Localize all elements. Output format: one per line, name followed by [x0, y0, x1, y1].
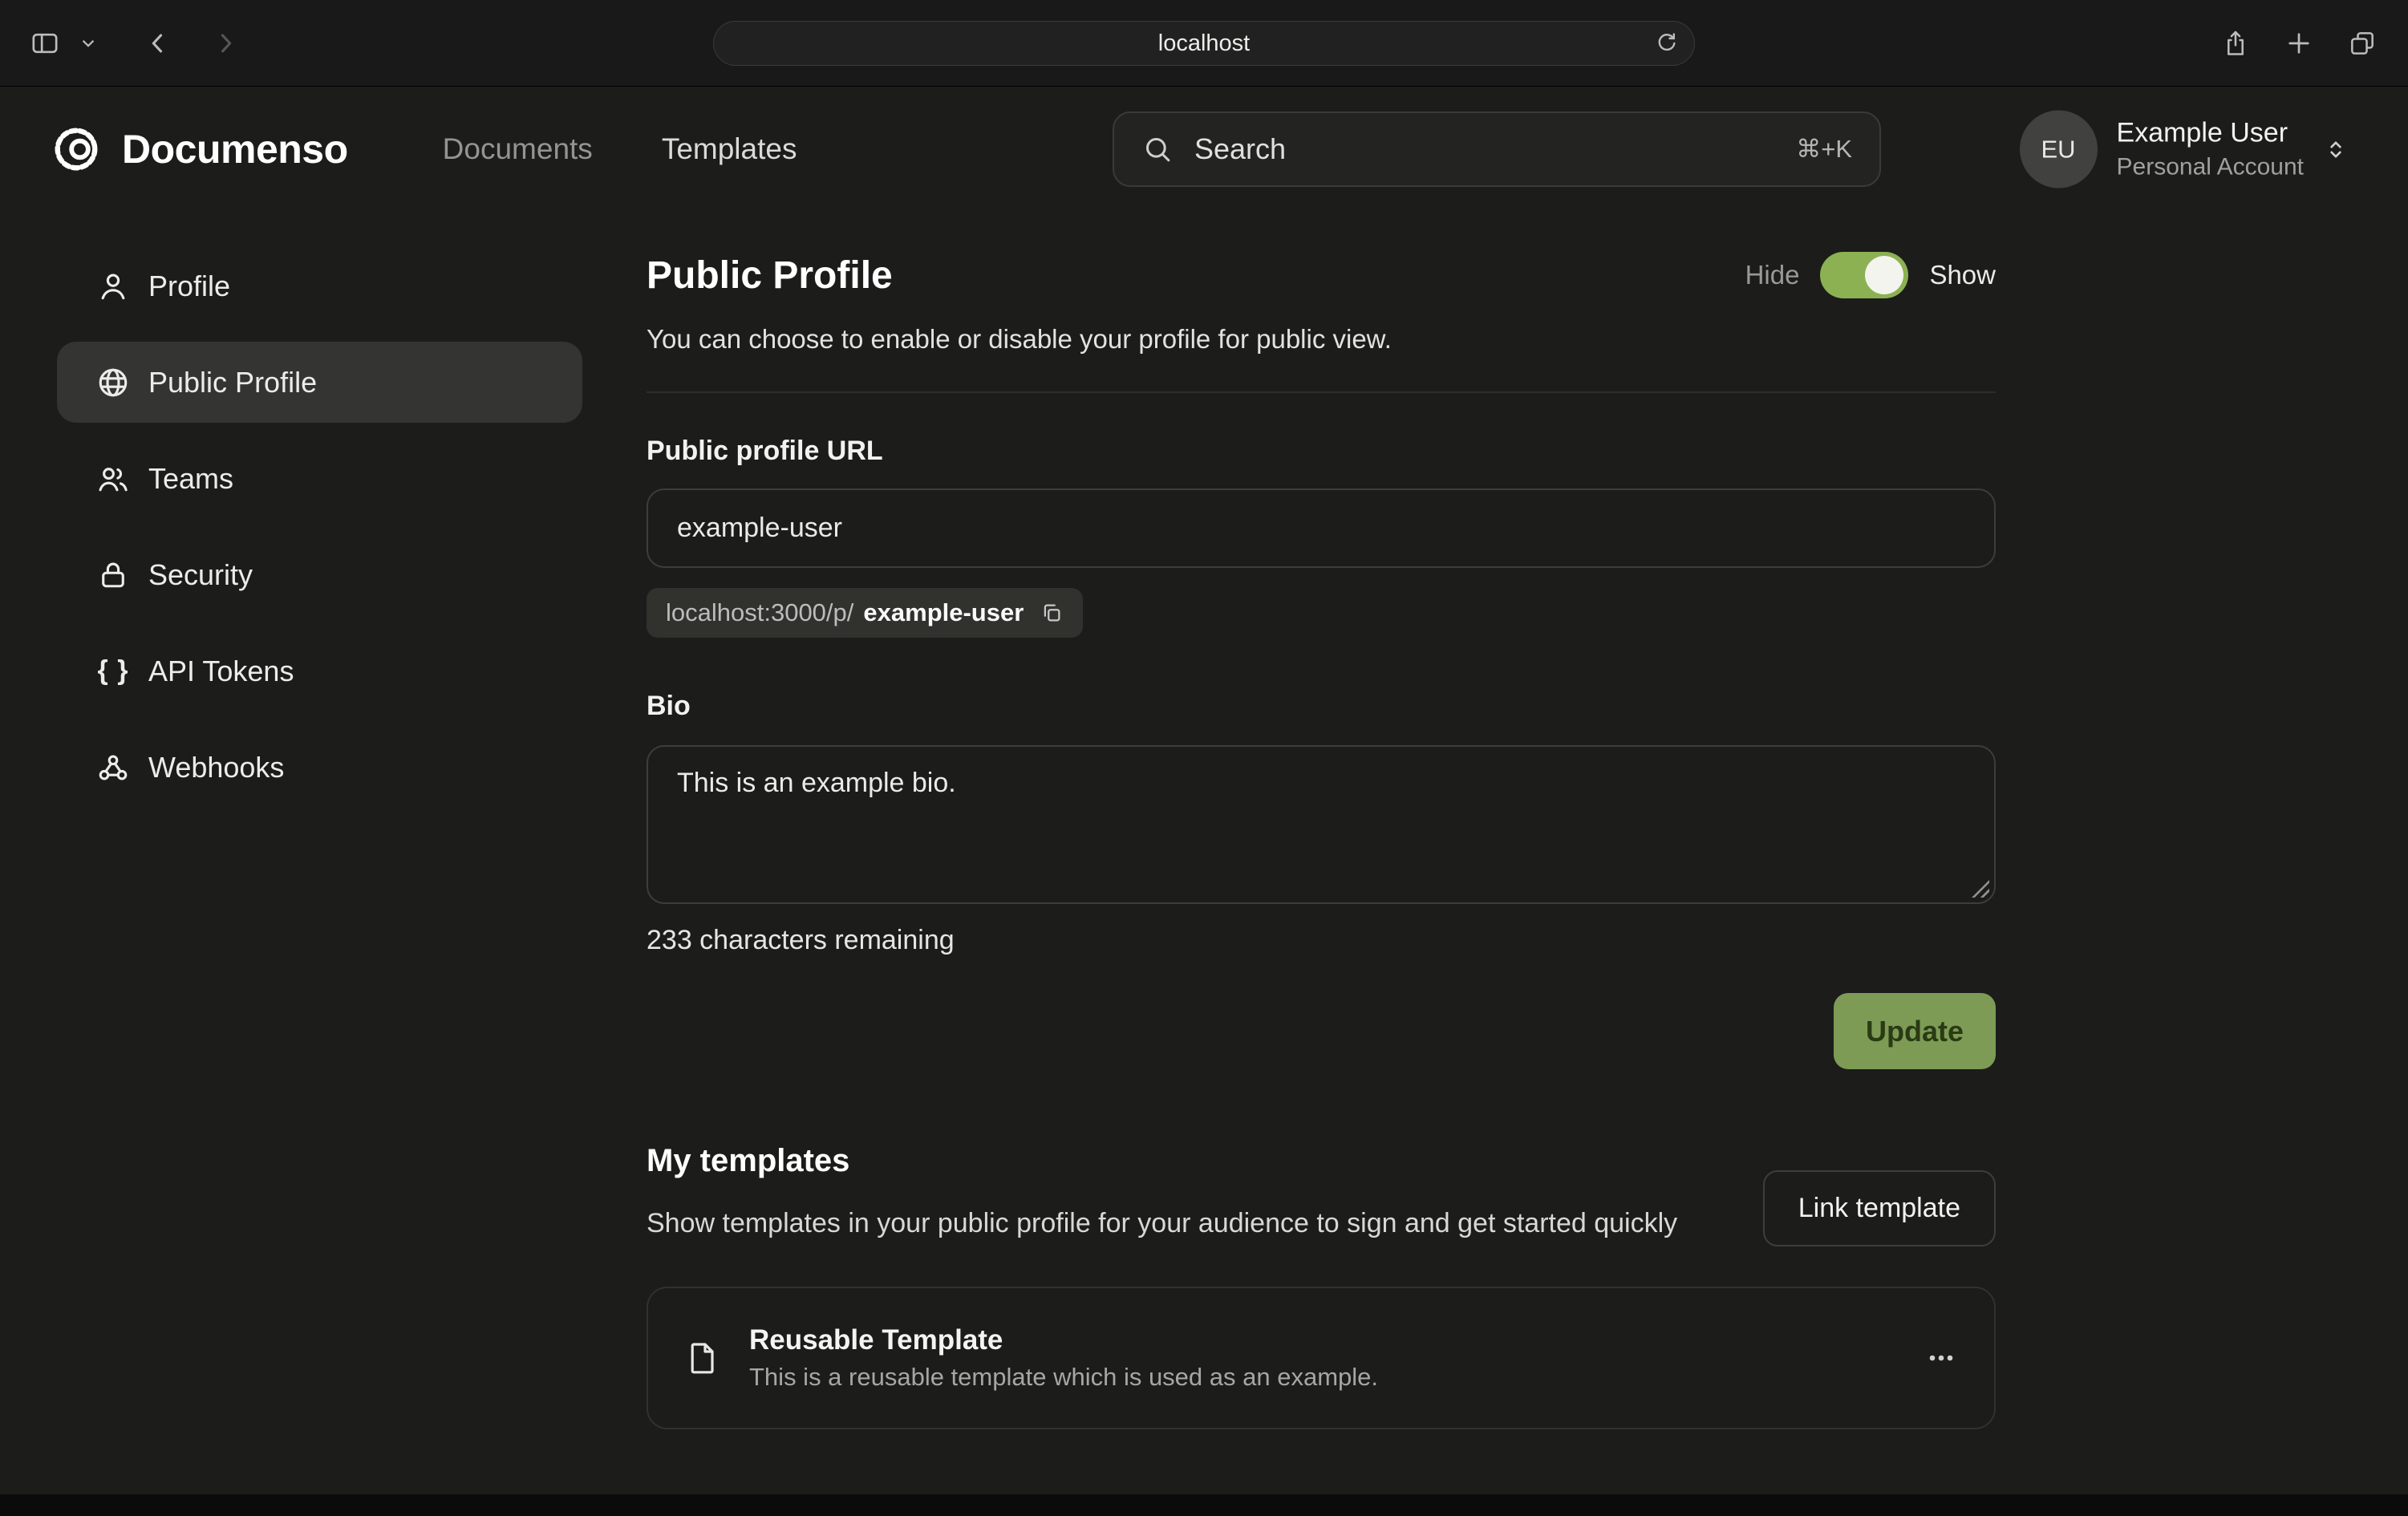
sidebar-toggle-icon[interactable]	[29, 27, 61, 59]
template-card: Reusable Template This is a reusable tem…	[647, 1287, 1996, 1429]
tab-overview-icon[interactable]	[2347, 28, 2378, 59]
globe-icon	[95, 365, 131, 400]
search-placeholder: Search	[1194, 132, 1775, 166]
chevron-down-icon[interactable]	[82, 39, 95, 48]
hide-label: Hide	[1745, 260, 1800, 290]
search-icon	[1141, 133, 1174, 165]
address-bar-url: localhost	[1158, 30, 1250, 57]
nav-templates[interactable]: Templates	[662, 132, 797, 166]
new-tab-icon[interactable]	[2284, 29, 2313, 58]
ellipsis-icon	[1924, 1340, 1959, 1376]
divider	[647, 391, 1996, 393]
sidebar-item-label: Public Profile	[148, 366, 317, 399]
my-templates-description: Show templates in your public profile fo…	[647, 1203, 1737, 1244]
settings-sidebar: Profile Public Profile Teams Security { …	[57, 245, 582, 808]
lock-icon	[95, 557, 131, 593]
template-actions-button[interactable]	[1924, 1340, 1959, 1376]
sidebar-item-label: Profile	[148, 270, 230, 303]
sidebar-item-profile[interactable]: Profile	[57, 245, 582, 326]
toggle-knob	[1865, 256, 1903, 294]
visibility-toggle[interactable]	[1820, 252, 1908, 298]
page-title: Public Profile	[647, 253, 893, 298]
user-account-type: Personal Account	[2117, 154, 2304, 181]
url-field-label: Public profile URL	[647, 436, 1996, 467]
share-icon[interactable]	[2220, 26, 2251, 60]
copy-icon	[1040, 601, 1064, 625]
nav-documents[interactable]: Documents	[443, 132, 593, 166]
file-icon	[683, 1339, 722, 1377]
profile-url-prefix: localhost:3000/p/	[666, 598, 853, 627]
window-bottom-edge	[0, 1494, 2408, 1516]
sidebar-item-security[interactable]: Security	[57, 534, 582, 615]
template-description: This is a reusable template which is use…	[749, 1363, 1896, 1392]
back-button[interactable]	[144, 27, 172, 59]
forward-button[interactable]	[212, 27, 239, 59]
sidebar-item-label: Webhooks	[148, 751, 284, 784]
avatar: EU	[2020, 111, 2098, 188]
profile-url-slug: example-user	[863, 598, 1024, 627]
documenso-logo-icon	[51, 124, 101, 174]
users-icon	[95, 461, 131, 497]
profile-url-copy-badge[interactable]: localhost:3000/p/example-user	[647, 588, 1083, 638]
browser-chrome: localhost	[0, 0, 2408, 87]
chevrons-up-down-icon	[2323, 133, 2349, 165]
top-nav: Documents Templates	[443, 132, 797, 166]
sidebar-item-public-profile[interactable]: Public Profile	[57, 342, 582, 423]
sidebar-item-label: Teams	[148, 462, 233, 496]
sidebar-item-teams[interactable]: Teams	[57, 438, 582, 519]
link-template-button[interactable]: Link template	[1763, 1170, 1996, 1246]
public-profile-url-input[interactable]	[647, 488, 1996, 568]
user-name: Example User	[2117, 118, 2304, 149]
show-label: Show	[1929, 260, 1996, 290]
app-window: localhost	[0, 0, 2408, 1516]
bio-field-label: Bio	[647, 691, 1996, 722]
user-icon	[95, 269, 131, 304]
characters-remaining: 233 characters remaining	[647, 925, 1996, 956]
update-button[interactable]: Update	[1834, 993, 1996, 1069]
bio-textarea[interactable]: This is an example bio.	[647, 745, 1996, 904]
sidebar-item-label: API Tokens	[148, 655, 294, 688]
braces-icon: { }	[95, 655, 131, 687]
brand-logo[interactable]: Documenso	[51, 124, 348, 174]
search-shortcut: ⌘+K	[1796, 135, 1852, 164]
bio-textarea-wrap: This is an example bio.	[647, 745, 1996, 904]
reload-icon[interactable]	[1654, 30, 1680, 56]
search-input[interactable]: Search ⌘+K	[1113, 111, 1881, 187]
webhook-icon	[95, 750, 131, 785]
address-bar[interactable]: localhost	[713, 21, 1695, 66]
sidebar-item-label: Security	[148, 558, 253, 592]
sidebar-item-webhooks[interactable]: Webhooks	[57, 727, 582, 808]
sidebar-item-api-tokens[interactable]: { } API Tokens	[57, 630, 582, 711]
user-menu[interactable]: EU Example User Personal Account	[2020, 111, 2349, 188]
template-name: Reusable Template	[749, 1324, 1896, 1356]
app-header: Documenso Documents Templates Search ⌘+K…	[0, 87, 2408, 211]
brand-name: Documenso	[122, 126, 348, 172]
page-subtitle: You can choose to enable or disable your…	[647, 324, 1996, 355]
profile-visibility-control: Hide Show	[1745, 252, 1996, 298]
main-content: Public Profile Hide Show You can choose …	[647, 252, 1996, 1429]
my-templates-section: My templates Show templates in your publ…	[647, 1143, 1996, 1429]
